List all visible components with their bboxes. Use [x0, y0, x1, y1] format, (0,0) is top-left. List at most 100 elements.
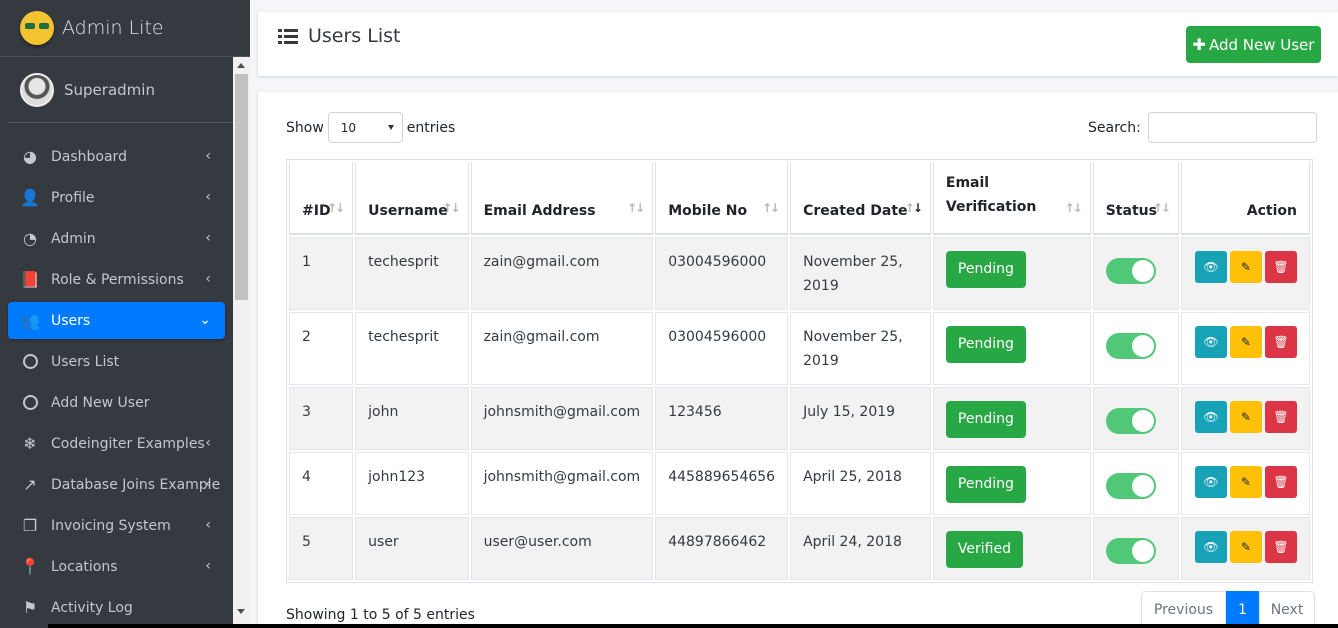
table-row: 2 techesprit zain@gmail.com 03004596000 … — [289, 312, 1310, 385]
sidebar-item-label: Admin — [51, 230, 96, 247]
column-header-label: Username — [368, 203, 448, 219]
brand-link[interactable]: Admin Lite — [0, 0, 250, 57]
sort-icon: ↑↓ — [1152, 201, 1171, 215]
sidebar-item-dashboard[interactable]: ◕ Dashboard ‹ — [8, 138, 225, 175]
edit-icon: ✎ — [1240, 410, 1251, 424]
entries-select[interactable]: 10 — [327, 112, 403, 143]
page-title: Users List — [278, 25, 400, 47]
sidebar-item-database-joins[interactable]: ↗ Database Joins Example ‹ — [8, 466, 225, 503]
sidebar-item-role-permissions[interactable]: 📕 Role & Permissions ‹ — [8, 261, 225, 298]
scrollbar-thumb[interactable] — [235, 74, 248, 300]
edit-button[interactable]: ✎ — [1229, 466, 1262, 498]
trash-icon: 🗑 — [1273, 540, 1289, 554]
status-toggle[interactable] — [1105, 473, 1156, 499]
brand-logo-icon — [20, 11, 54, 45]
sidebar-item-profile[interactable]: 👤 Profile ‹ — [8, 179, 225, 216]
edit-button[interactable]: ✎ — [1229, 401, 1262, 433]
column-header-created-date[interactable]: Created Date ↑↓ — [790, 162, 931, 235]
sidebar-item-label: Codeingiter Examples — [51, 435, 205, 452]
verification-status-button[interactable]: Pending — [945, 251, 1026, 288]
column-header-mobile[interactable]: Mobile No ↑↓ — [655, 162, 789, 235]
pagination-previous[interactable]: Previous — [1141, 591, 1226, 628]
column-header-username[interactable]: Username ↑↓ — [355, 162, 469, 235]
sidebar-item-locations[interactable]: 📍 Locations ‹ — [8, 548, 225, 585]
entries-length-control: Show 10 entries — [286, 112, 455, 143]
cell-verification: Verified — [932, 517, 1091, 580]
add-new-user-label: Add New User — [1208, 35, 1315, 54]
cell-email: user@user.com — [470, 517, 654, 580]
status-toggle[interactable] — [1105, 333, 1156, 359]
verification-status-button[interactable]: Pending — [945, 326, 1026, 363]
edit-button[interactable]: ✎ — [1229, 326, 1262, 358]
page-title-text: Users List — [308, 25, 401, 47]
column-header-id[interactable]: #ID ↑↓ — [289, 162, 354, 235]
verification-status-button[interactable]: Pending — [945, 466, 1026, 503]
flag-icon: ⚑ — [22, 598, 38, 617]
verification-status-button[interactable]: Pending — [945, 401, 1026, 438]
edit-button[interactable]: ✎ — [1229, 531, 1262, 563]
view-button[interactable]: 👁 — [1194, 326, 1227, 358]
scroll-down-arrow-icon[interactable] — [237, 609, 245, 614]
view-button[interactable]: 👁 — [1194, 531, 1227, 563]
sort-icon: ↑↓ — [761, 201, 780, 215]
scroll-up-arrow-icon[interactable] — [237, 63, 245, 68]
view-button[interactable]: 👁 — [1194, 251, 1227, 283]
sidebar-item-users[interactable]: 👥 Users ⌄ — [8, 302, 225, 339]
sidebar-item-activity-log[interactable]: ⚑ Activity Log — [8, 589, 225, 626]
pagination-next[interactable]: Next — [1259, 591, 1315, 628]
column-header-email[interactable]: Email Address ↑↓ — [470, 162, 654, 235]
add-new-user-button[interactable]: ✚ Add New User — [1186, 26, 1321, 63]
user-icon: 👤 — [20, 188, 40, 207]
user-name: Superadmin — [64, 80, 155, 99]
cell-username: john123 — [355, 452, 469, 515]
delete-button[interactable]: 🗑 — [1264, 531, 1297, 563]
eye-icon: 👁 — [1203, 410, 1219, 424]
trash-icon: 🗑 — [1273, 475, 1289, 489]
window-bottom-edge — [48, 624, 1338, 628]
sidebar-item-add-new-user[interactable]: Add New User — [8, 384, 225, 421]
user-panel[interactable]: Superadmin — [8, 57, 242, 123]
sort-icon: ↑↓ — [1064, 201, 1083, 215]
cell-action: 👁 ✎ 🗑 — [1180, 517, 1310, 580]
sidebar-item-admin[interactable]: ◔ Admin ‹ — [8, 220, 225, 257]
edit-icon: ✎ — [1240, 335, 1251, 349]
cell-created-date: July 15, 2019 — [790, 387, 931, 450]
cell-status — [1092, 452, 1179, 515]
sidebar-nav: ◕ Dashboard ‹ 👤 Profile ‹ ◔ Admin ‹ 📕 Ro… — [8, 138, 225, 628]
view-button[interactable]: 👁 — [1194, 466, 1227, 498]
cell-created-date: November 25, 2019 — [790, 312, 931, 385]
eye-icon: 👁 — [1203, 335, 1219, 349]
delete-button[interactable]: 🗑 — [1264, 401, 1297, 433]
table-row: 3 john johnsmith@gmail.com 123456 July 1… — [289, 387, 1310, 450]
cell-id: 3 — [289, 387, 354, 450]
snowflake-icon: ❄ — [23, 434, 37, 453]
sidebar-item-codeigniter-examples[interactable]: ❄ Codeingiter Examples ‹ — [8, 425, 225, 462]
eye-icon: 👁 — [1203, 540, 1219, 554]
column-header-email-verification[interactable]: Email Verification ↑↓ — [932, 162, 1091, 235]
sidebar-item-label: Users List — [51, 353, 120, 370]
plus-icon: ✚ — [1192, 35, 1206, 54]
verification-status-button[interactable]: Verified — [945, 531, 1023, 568]
chevron-left-icon: ‹ — [205, 558, 211, 574]
delete-button[interactable]: 🗑 — [1264, 251, 1297, 283]
delete-button[interactable]: 🗑 — [1264, 326, 1297, 358]
sidebar-item-label: Dashboard — [51, 148, 127, 165]
sidebar-item-invoicing-system[interactable]: ❐ Invoicing System ‹ — [8, 507, 225, 544]
search-input[interactable] — [1147, 112, 1317, 143]
book-icon: 📕 — [20, 270, 40, 289]
eye-icon: 👁 — [1203, 260, 1219, 274]
edit-button[interactable]: ✎ — [1229, 251, 1262, 283]
users-table-card: Show 10 entries Search: #ID ↑↓ Username ↑↓… — [258, 92, 1338, 628]
status-toggle[interactable] — [1105, 538, 1156, 564]
cell-action: 👁 ✎ 🗑 — [1180, 387, 1310, 450]
sidebar-scrollbar[interactable] — [233, 57, 250, 628]
status-toggle[interactable] — [1105, 258, 1156, 284]
status-toggle[interactable] — [1105, 408, 1156, 434]
external-link-icon: ↗ — [23, 475, 37, 494]
delete-button[interactable]: 🗑 — [1264, 466, 1297, 498]
column-header-status[interactable]: Status ↑↓ — [1092, 162, 1179, 235]
pagination-page-1[interactable]: 1 — [1226, 591, 1259, 628]
sidebar-item-users-list[interactable]: Users List — [8, 343, 225, 380]
view-button[interactable]: 👁 — [1194, 401, 1227, 433]
cell-action: 👁 ✎ 🗑 — [1180, 452, 1310, 515]
